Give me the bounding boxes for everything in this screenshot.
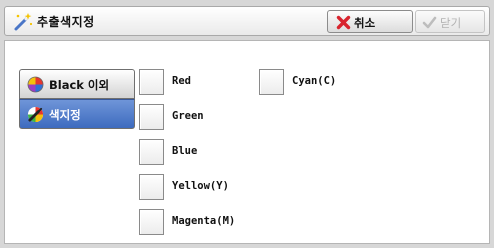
cancel-button[interactable]: 취소 — [327, 10, 413, 33]
magenta-checkbox[interactable] — [139, 209, 164, 235]
red-label: Red — [172, 75, 191, 87]
tab-black-except[interactable]: Black 이외 — [19, 69, 135, 99]
cyan-checkbox[interactable] — [259, 69, 284, 95]
check-icon — [422, 16, 437, 29]
red-checkbox[interactable] — [139, 69, 164, 95]
tab-color-specify-label: 색지정 — [49, 108, 81, 122]
red-x-icon — [336, 15, 351, 30]
blue-label: Blue — [172, 145, 198, 157]
title-bar: 추출색지정 취소 닫기 — [4, 6, 490, 36]
close-label: 닫기 — [440, 16, 462, 30]
yellow-label: Yellow(Y) — [172, 180, 229, 192]
page-title: 추출색지정 — [37, 15, 95, 29]
magenta-label: Magenta(M) — [172, 215, 236, 227]
close-button[interactable]: 닫기 — [415, 10, 485, 33]
blue-checkbox[interactable] — [139, 139, 164, 165]
cyan-label: Cyan(C) — [292, 75, 337, 87]
green-label: Green — [172, 110, 204, 122]
tab-black-except-label: Black 이외 — [49, 78, 110, 92]
dialog-frame: 추출색지정 취소 닫기 Black 이외 색지정 Red Green Blue … — [0, 0, 494, 248]
yellow-checkbox[interactable] — [139, 174, 164, 200]
green-checkbox[interactable] — [139, 104, 164, 130]
main-panel: Black 이외 색지정 Red Green Blue Yellow(Y) Ma… — [4, 40, 490, 244]
color-wheel-icon — [27, 76, 44, 93]
wand-icon — [14, 13, 33, 31]
eyedropper-icon — [27, 106, 44, 123]
cancel-label: 취소 — [354, 16, 376, 30]
tab-color-specify[interactable]: 색지정 — [19, 99, 135, 129]
